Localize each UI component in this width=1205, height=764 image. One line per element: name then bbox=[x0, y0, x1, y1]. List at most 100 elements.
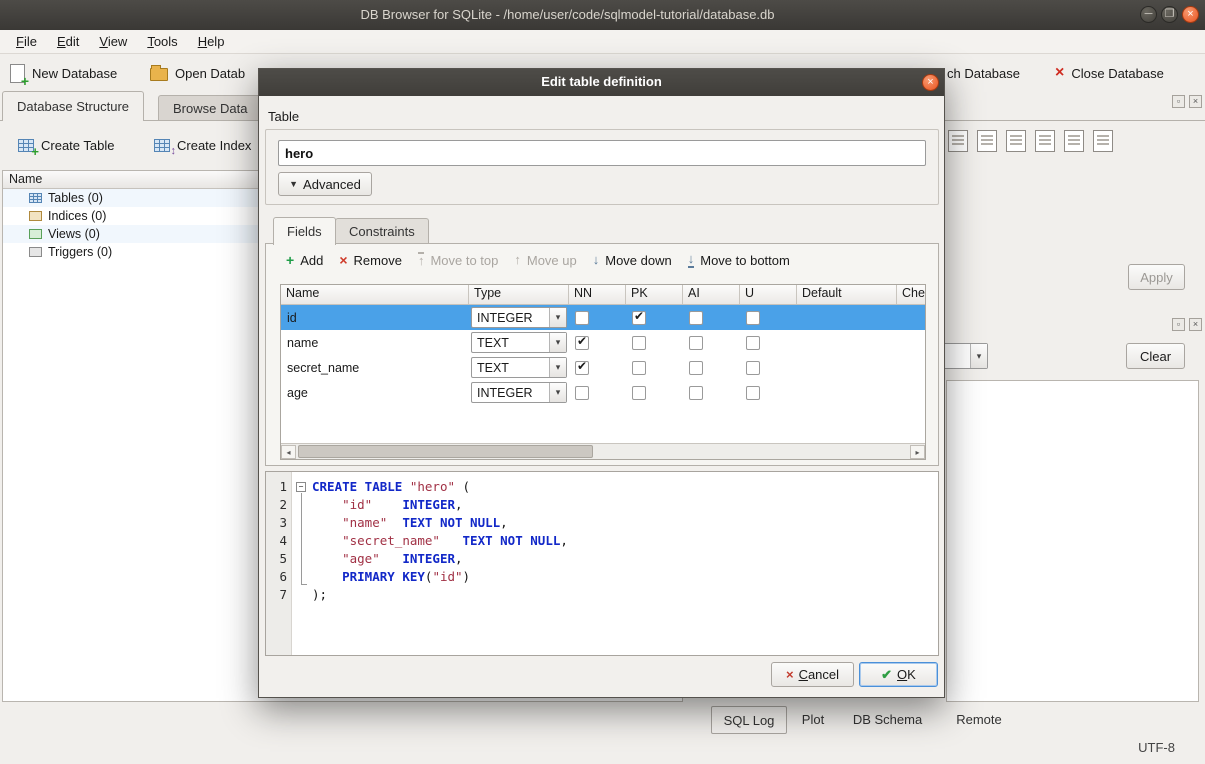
ai-checkbox[interactable] bbox=[689, 311, 703, 325]
move-down-icon: ↓ bbox=[593, 253, 600, 267]
create-table-button[interactable]: Create Table bbox=[10, 131, 122, 159]
u-checkbox[interactable] bbox=[746, 361, 760, 375]
menu-file[interactable]: File bbox=[6, 31, 47, 52]
add-button[interactable]: +Add bbox=[286, 253, 323, 268]
menu-tools[interactable]: Tools bbox=[137, 31, 187, 52]
cell-tool-icon[interactable] bbox=[948, 130, 968, 152]
grid-header-row: NameTypeNNPKAIUDefaultChe bbox=[281, 285, 925, 305]
close-panel-icon[interactable]: × bbox=[1189, 318, 1202, 331]
float-panel-icon[interactable]: ▫ bbox=[1172, 318, 1185, 331]
tab-browse-data[interactable]: Browse Data bbox=[158, 95, 262, 121]
ok-button[interactable]: ✔ OK bbox=[859, 662, 938, 687]
minimize-icon[interactable]: ─ bbox=[1140, 6, 1157, 23]
remove-button[interactable]: ×Remove bbox=[339, 253, 402, 268]
field-row-name[interactable]: nameTEXT▾ bbox=[281, 330, 925, 355]
scroll-right-icon[interactable]: ▸ bbox=[910, 445, 925, 459]
grid-header-name[interactable]: Name bbox=[281, 285, 469, 304]
grid-header-default[interactable]: Default bbox=[797, 285, 897, 304]
grid-header-ai[interactable]: AI bbox=[683, 285, 740, 304]
open-database-button[interactable]: Open Datab bbox=[150, 60, 245, 86]
cell-tool-icon[interactable] bbox=[1006, 130, 1026, 152]
advanced-button[interactable]: ▼ Advanced bbox=[278, 172, 372, 196]
chevron-down-icon[interactable]: ▾ bbox=[970, 344, 987, 368]
grid-header-u[interactable]: U bbox=[740, 285, 797, 304]
field-type-combobox[interactable]: INTEGER▾ bbox=[471, 382, 567, 403]
close-icon[interactable]: × bbox=[1182, 6, 1199, 23]
cancel-button[interactable]: × Cancel bbox=[771, 662, 854, 687]
pk-checkbox[interactable] bbox=[632, 336, 646, 350]
pk-checkbox[interactable] bbox=[632, 361, 646, 375]
u-checkbox[interactable] bbox=[746, 386, 760, 400]
float-panel-icon[interactable]: ▫ bbox=[1172, 95, 1185, 108]
field-type-combobox[interactable]: TEXT▾ bbox=[471, 357, 567, 378]
cell-tool-icon[interactable] bbox=[1064, 130, 1084, 152]
move-to-bottom-button[interactable]: ↓Move to bottom bbox=[688, 252, 790, 268]
create-index-icon bbox=[154, 139, 170, 152]
bottom-tab-db-schema[interactable]: DB Schema bbox=[839, 706, 936, 734]
cell-tool-icon[interactable] bbox=[1035, 130, 1055, 152]
move-down-button[interactable]: ↓Move down bbox=[593, 253, 672, 268]
ai-checkbox[interactable] bbox=[689, 361, 703, 375]
move-up-button[interactable]: ↑Move up bbox=[514, 253, 576, 268]
close-panel-icon[interactable]: × bbox=[1189, 95, 1202, 108]
field-type-combobox[interactable]: INTEGER▾ bbox=[471, 307, 567, 328]
scrollbar-thumb[interactable] bbox=[298, 445, 593, 458]
line-number: 2 bbox=[266, 496, 287, 514]
ai-checkbox[interactable] bbox=[689, 336, 703, 350]
menu-help[interactable]: Help bbox=[188, 31, 235, 52]
chevron-down-icon[interactable]: ▾ bbox=[549, 358, 566, 377]
attach-database-button[interactable]: ch Database bbox=[947, 60, 1020, 86]
menu-view[interactable]: View bbox=[89, 31, 137, 52]
field-name-cell[interactable]: age bbox=[281, 386, 469, 400]
menu-edit[interactable]: Edit bbox=[47, 31, 89, 52]
grid-header-pk[interactable]: PK bbox=[626, 285, 683, 304]
grid-header-nn[interactable]: NN bbox=[569, 285, 626, 304]
pk-checkbox[interactable] bbox=[632, 386, 646, 400]
pk-checkbox[interactable] bbox=[632, 311, 646, 325]
statusbar: UTF-8 bbox=[0, 735, 1205, 764]
field-row-age[interactable]: ageINTEGER▾ bbox=[281, 380, 925, 405]
cell-tool-icon[interactable] bbox=[977, 130, 997, 152]
u-checkbox[interactable] bbox=[746, 311, 760, 325]
bottom-tab-sql-log[interactable]: SQL Log bbox=[711, 706, 787, 734]
scroll-left-icon[interactable]: ◂ bbox=[281, 445, 296, 459]
chevron-down-icon[interactable]: ▾ bbox=[549, 333, 566, 352]
tab-fields[interactable]: Fields bbox=[273, 217, 336, 245]
nn-checkbox[interactable] bbox=[575, 311, 589, 325]
nn-checkbox[interactable] bbox=[575, 336, 589, 350]
line-number: 7 bbox=[266, 586, 287, 604]
titlebar[interactable]: DB Browser for SQLite - /home/user/code/… bbox=[0, 0, 1205, 30]
move-to-top-button[interactable]: ↑Move to top bbox=[418, 252, 498, 268]
nn-checkbox[interactable] bbox=[575, 386, 589, 400]
bottom-tab-remote[interactable]: Remote bbox=[936, 706, 1022, 734]
new-database-button[interactable]: New Database bbox=[10, 60, 117, 86]
apply-button[interactable]: Apply bbox=[1128, 264, 1185, 290]
dialog-close-icon[interactable]: × bbox=[922, 74, 939, 91]
field-row-secret_name[interactable]: secret_nameTEXT▾ bbox=[281, 355, 925, 380]
maximize-icon[interactable]: ❐ bbox=[1161, 6, 1178, 23]
table-name-input[interactable] bbox=[278, 140, 926, 166]
field-row-id[interactable]: idINTEGER▾ bbox=[281, 305, 925, 330]
tab-database-structure[interactable]: Database Structure bbox=[2, 91, 144, 121]
nn-checkbox[interactable] bbox=[575, 361, 589, 375]
edit-cell-area[interactable] bbox=[946, 380, 1199, 702]
horizontal-scrollbar[interactable]: ◂ ▸ bbox=[281, 443, 925, 459]
field-type-combobox[interactable]: TEXT▾ bbox=[471, 332, 567, 353]
field-name-cell[interactable]: id bbox=[281, 311, 469, 325]
close-database-button[interactable]: × Close Database bbox=[1055, 60, 1164, 86]
chevron-down-icon[interactable]: ▾ bbox=[549, 308, 566, 327]
clear-button[interactable]: Clear bbox=[1126, 343, 1185, 369]
chevron-down-icon[interactable]: ▾ bbox=[549, 383, 566, 402]
grid-header-che[interactable]: Che bbox=[897, 285, 926, 304]
tab-constraints[interactable]: Constraints bbox=[335, 218, 429, 244]
fold-marker-icon[interactable]: − bbox=[296, 482, 306, 492]
dialog-titlebar[interactable]: Edit table definition × bbox=[259, 69, 944, 96]
cell-tool-icon[interactable] bbox=[1093, 130, 1113, 152]
u-checkbox[interactable] bbox=[746, 336, 760, 350]
field-name-cell[interactable]: secret_name bbox=[281, 361, 469, 375]
field-name-cell[interactable]: name bbox=[281, 336, 469, 350]
ai-checkbox[interactable] bbox=[689, 386, 703, 400]
bottom-tab-plot[interactable]: Plot bbox=[787, 706, 839, 734]
create-index-button[interactable]: Create Index bbox=[146, 131, 259, 159]
grid-header-type[interactable]: Type bbox=[469, 285, 569, 304]
